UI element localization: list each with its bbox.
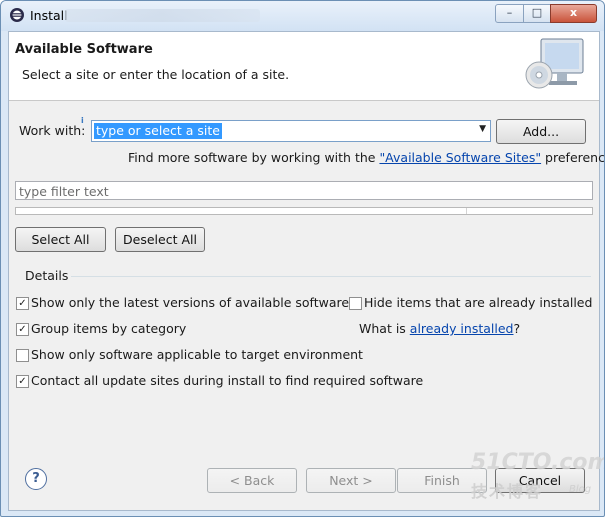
chevron-down-icon[interactable]: ▼ bbox=[479, 124, 486, 134]
install-window: Install – □ x Available Software Select … bbox=[0, 0, 605, 517]
hide-installed-checkbox[interactable] bbox=[349, 297, 362, 310]
available-software-sites-link[interactable]: "Available Software Sites" bbox=[379, 150, 541, 165]
already-installed-link[interactable]: already installed bbox=[410, 321, 514, 336]
next-button[interactable]: Next > bbox=[306, 468, 396, 493]
find-more-suffix: preferences. bbox=[545, 150, 605, 165]
what-is-installed-text: What is already installed? bbox=[359, 321, 520, 336]
what-is-suffix: ? bbox=[513, 321, 521, 336]
find-more-text: Find more software by working with the "… bbox=[128, 150, 605, 165]
title-bar[interactable]: Install – □ x bbox=[1, 1, 604, 31]
add-button[interactable]: Add... bbox=[496, 119, 586, 144]
what-is-prefix: What is bbox=[359, 321, 410, 336]
filter-input[interactable]: type filter text bbox=[15, 181, 593, 200]
dialog-body: Available Software Select a site or ente… bbox=[8, 31, 604, 511]
details-divider bbox=[71, 276, 591, 277]
column-divider bbox=[466, 208, 467, 214]
select-all-button[interactable]: Select All bbox=[15, 227, 106, 252]
watermark-site: 51CTO.com bbox=[471, 450, 605, 475]
close-button[interactable]: x bbox=[550, 4, 597, 23]
work-with-label: Work with: bbox=[19, 123, 86, 138]
software-list[interactable] bbox=[15, 207, 593, 215]
work-with-value[interactable]: type or select a site bbox=[94, 123, 222, 139]
watermark-blog: Blog bbox=[569, 484, 592, 495]
help-icon[interactable]: ? bbox=[25, 468, 47, 490]
group-by-category-label: Group items by category bbox=[31, 321, 187, 336]
page-subtitle: Select a site or enter the location of a… bbox=[22, 67, 290, 82]
page-title: Available Software bbox=[15, 42, 153, 57]
group-by-category-checkbox[interactable]: ✓ bbox=[16, 323, 29, 336]
maximize-button[interactable]: □ bbox=[523, 4, 551, 23]
latest-versions-label: Show only the latest versions of availab… bbox=[31, 295, 350, 310]
blurred-title-text bbox=[65, 9, 260, 22]
find-more-prefix: Find more software by working with the bbox=[128, 150, 380, 165]
watermark-blog-cn: 技术博客 bbox=[471, 482, 544, 501]
deselect-all-button[interactable]: Deselect All bbox=[115, 227, 205, 252]
hide-installed-label: Hide items that are already installed bbox=[364, 295, 593, 310]
window-title: Install bbox=[30, 8, 68, 23]
contact-sites-label: Contact all update sites during install … bbox=[31, 373, 424, 388]
dialog-header: Available Software Select a site or ente… bbox=[9, 32, 599, 101]
latest-versions-checkbox[interactable]: ✓ bbox=[16, 297, 29, 310]
info-icon: i bbox=[81, 116, 84, 125]
target-environment-checkbox[interactable] bbox=[16, 349, 29, 362]
minimize-button[interactable]: – bbox=[495, 4, 524, 23]
target-environment-label: Show only software applicable to target … bbox=[31, 347, 363, 362]
work-with-combo[interactable]: type or select a site ▼ bbox=[91, 120, 491, 142]
contact-sites-checkbox[interactable]: ✓ bbox=[16, 375, 29, 388]
monitor-cd-icon bbox=[525, 38, 584, 89]
back-button[interactable]: < Back bbox=[207, 468, 297, 493]
eclipse-icon bbox=[10, 8, 24, 22]
details-legend: Details bbox=[23, 268, 71, 283]
